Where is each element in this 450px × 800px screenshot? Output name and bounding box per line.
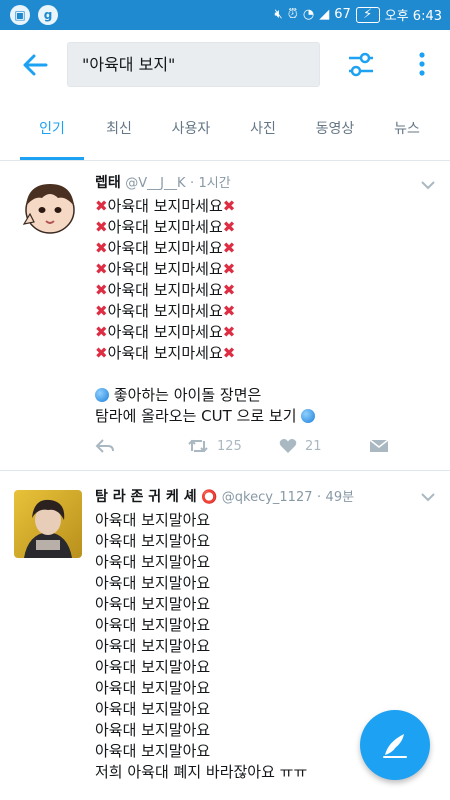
wifi-icon: ◔ — [302, 7, 315, 22]
cross-mark-icon: ✖ — [222, 197, 236, 215]
tweet-line: ✖아육대 보지마세요✖ — [95, 344, 236, 362]
clock: 오후 6:43 — [384, 9, 442, 24]
tweet-line: 아육대 보지말아요 — [95, 511, 211, 529]
cross-mark-icon: ✖ — [95, 344, 108, 362]
like-count: 21 — [305, 438, 322, 454]
cross-mark-icon: ✖ — [222, 302, 236, 320]
like-button[interactable]: 21 — [279, 438, 322, 454]
cross-mark-icon: ✖ — [222, 323, 236, 341]
more-options-icon[interactable] — [412, 50, 432, 80]
cross-mark-icon: ✖ — [222, 344, 236, 362]
signal-icon: ◢ — [319, 7, 330, 22]
tweet-line: ✖아육대 보지마세요✖ — [95, 323, 236, 341]
tweet-line: ✖아육대 보지마세요✖ — [95, 281, 236, 299]
blue-circle-icon — [95, 388, 109, 402]
compose-tweet-button[interactable] — [360, 710, 430, 780]
reply-icon — [95, 439, 114, 453]
avatar[interactable] — [14, 490, 82, 558]
tweet-line: 탐라에 올라오는 CUT 으로 보기 — [95, 406, 316, 427]
tweet-header: 렙태 @V__J__K · 1시간 — [95, 172, 231, 192]
tweet-line: ✖아육대 보지마세요✖ — [95, 260, 236, 278]
signal-text: 67 — [334, 7, 351, 22]
search-input[interactable]: "아육대 보지" — [67, 42, 320, 87]
separator-dot: · — [189, 176, 195, 191]
retweet-button[interactable]: 125 — [187, 438, 242, 454]
tweet-line: ✖아육대 보지마세요✖ — [95, 239, 236, 257]
tweet-line: 아육대 보지말아요 — [95, 721, 211, 739]
cross-mark-icon: ✖ — [95, 323, 108, 341]
tweet-time: 49분 — [325, 490, 355, 505]
cross-mark-icon: ✖ — [95, 197, 108, 215]
chevron-down-icon[interactable] — [420, 492, 436, 502]
g-icon: g — [38, 5, 58, 25]
battery-icon: ⚡ — [355, 6, 380, 23]
user-name[interactable]: 렙태 — [95, 175, 121, 191]
tweet-line: 아육대 보지말아요 — [95, 742, 211, 760]
cross-mark-icon: ✖ — [95, 218, 108, 236]
tweet-line: ✖아육대 보지마세요✖ — [95, 218, 236, 236]
tab-photos[interactable]: 사진 — [238, 100, 288, 158]
halo-emoji-icon: ⭕ — [201, 490, 218, 505]
tweet-line: 아육대 보지말아요 — [95, 553, 211, 571]
cross-mark-icon: ✖ — [95, 281, 108, 299]
user-name[interactable]: 탐 라 존 귀 케 셰 — [95, 489, 197, 505]
tweet-line: 아육대 보지말아요 — [95, 637, 211, 655]
tweet-line: 아육대 보지말아요 — [95, 700, 211, 718]
heart-icon — [279, 439, 297, 453]
envelope-icon — [369, 439, 389, 452]
status-bar: ▣ g 🔇︎ ⏰︎ ◔ ◢ 67 ⚡ 오후 6:43 — [0, 0, 450, 30]
cross-mark-icon: ✖ — [222, 218, 236, 236]
cross-mark-icon: ✖ — [222, 260, 236, 278]
back-arrow-icon[interactable] — [18, 48, 52, 82]
filter-icon[interactable] — [346, 50, 376, 80]
tweet-line: 저희 아육대 폐지 바라잖아요 ㅠㅠ — [95, 763, 308, 781]
cross-mark-icon: ✖ — [95, 302, 108, 320]
tweet-text: ✖아육대 보지마세요✖ ✖아육대 보지마세요✖ ✖아육대 보지마세요✖ ✖아육대… — [95, 196, 316, 427]
chevron-down-icon[interactable] — [420, 180, 436, 190]
tweet-line: 아육대 보지말아요 — [95, 532, 211, 550]
tweet-line: 아육대 보지말아요 — [95, 679, 211, 697]
tweet-header: 탐 라 존 귀 케 셰 ⭕ @qkecy_1127 · 49분 — [95, 486, 354, 506]
alarm-icon: ⏰︎ — [287, 7, 298, 22]
blue-circle-icon — [301, 409, 316, 423]
tweet-line: 좋아하는 아이돌 장면은 — [95, 385, 315, 406]
tweet-time: 1시간 — [198, 176, 231, 191]
cross-mark-icon: ✖ — [222, 239, 236, 257]
tweet-line: 아육대 보지말아요 — [95, 595, 211, 613]
user-handle[interactable]: @qkecy_1127 — [222, 490, 313, 505]
cross-mark-icon: ✖ — [222, 281, 236, 299]
divider — [0, 470, 450, 471]
tweet-text: 아육대 보지말아요 아육대 보지말아요 아육대 보지말아요 아육대 보지말아요 … — [95, 510, 307, 783]
tweet-line: ✖아육대 보지마세요✖ — [95, 197, 236, 215]
cross-mark-icon: ✖ — [95, 260, 108, 278]
app-icon: ▣ — [10, 5, 30, 25]
tweet-line: 아육대 보지말아요 — [95, 616, 211, 634]
avatar[interactable] — [14, 174, 82, 242]
tweet-line: 아육대 보지말아요 — [95, 658, 211, 676]
tab-latest[interactable]: 최신 — [90, 100, 148, 158]
tweet-line: 아육대 보지말아요 — [95, 574, 211, 592]
message-button[interactable] — [369, 438, 389, 454]
tweet-line: ✖아육대 보지마세요✖ — [95, 302, 236, 320]
retweet-count: 125 — [217, 438, 242, 454]
compose-feather-icon — [383, 734, 407, 758]
tab-news[interactable]: 뉴스 — [382, 100, 432, 158]
tab-top[interactable]: 인기 — [20, 100, 84, 160]
search-header: "아육대 보지" — [0, 30, 450, 100]
separator-dot: · — [316, 490, 322, 505]
mute-icon: 🔇︎ — [274, 7, 283, 22]
reply-button[interactable] — [95, 438, 115, 454]
search-tabs: 인기 최신 사용자 사진 동영상 뉴스 — [0, 100, 450, 161]
tweet-actions: 125 21 — [95, 438, 395, 462]
cross-mark-icon: ✖ — [95, 239, 108, 257]
user-handle[interactable]: @V__J__K — [125, 176, 185, 191]
tweet[interactable]: 렙태 @V__J__K · 1시간 ✖아육대 보지마세요✖ ✖아육대 보지마세요… — [0, 172, 450, 472]
tab-videos[interactable]: 동영상 — [305, 100, 365, 158]
tab-people[interactable]: 사용자 — [160, 100, 222, 158]
retweet-icon — [188, 439, 208, 453]
